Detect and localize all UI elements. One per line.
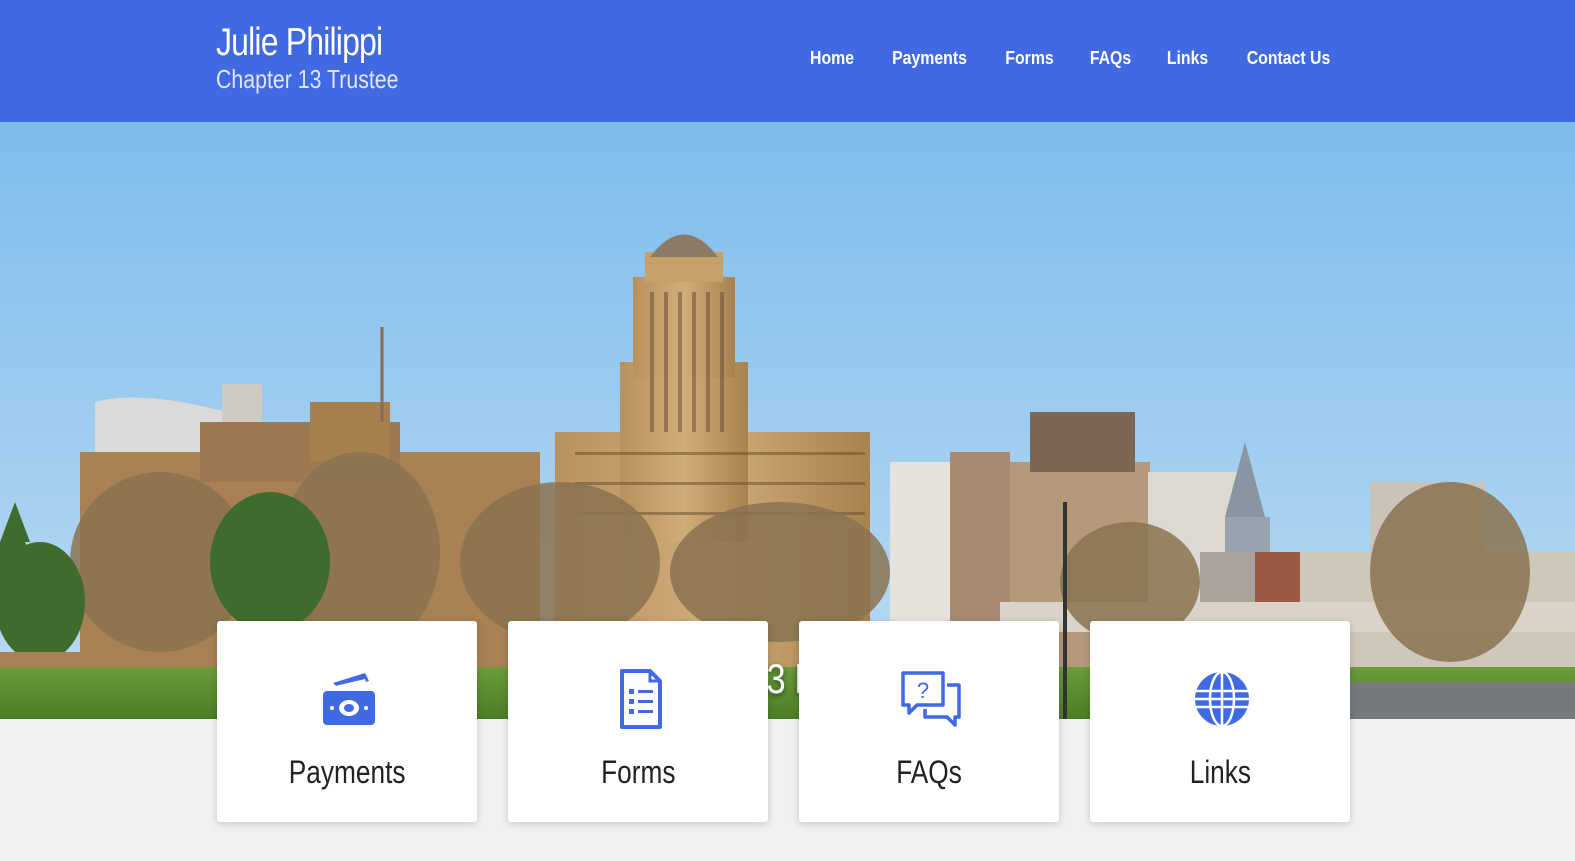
card-forms-label: Forms — [600, 754, 676, 790]
nav-forms[interactable]: Forms — [1005, 48, 1053, 69]
nav-contact-us[interactable]: Contact Us — [1247, 48, 1331, 69]
nav-payments[interactable]: Payments — [892, 48, 967, 69]
card-payments[interactable]: Payments — [217, 621, 477, 822]
card-payments-label: Payments — [288, 754, 406, 790]
card-links[interactable]: Links — [1090, 621, 1350, 822]
question-chat-icon: ? — [901, 671, 961, 727]
site-header: Julie Philippi Chapter 13 Trustee Home P… — [0, 0, 1575, 122]
site-brand-link[interactable]: Julie Philippi Chapter 13 Trustee — [216, 18, 439, 94]
svg-text:?: ? — [917, 678, 929, 703]
nav-links[interactable]: Links — [1167, 48, 1208, 69]
resource-cards: Payments Forms ? FAQs Links — [217, 621, 1381, 822]
site-subtitle: Chapter 13 Trustee — [216, 64, 399, 94]
globe-icon — [1195, 670, 1249, 728]
nav-faqs[interactable]: FAQs — [1090, 48, 1131, 69]
card-forms[interactable]: Forms — [508, 621, 768, 822]
document-list-icon — [620, 669, 662, 729]
card-faqs[interactable]: ? FAQs — [799, 621, 1059, 822]
nav-home[interactable]: Home — [810, 48, 854, 69]
main-nav: Home Payments Forms FAQs Links Contact U… — [777, 48, 1336, 69]
site-name: Julie Philippi — [216, 21, 383, 64]
card-faqs-label: FAQs — [896, 754, 962, 790]
card-links-label: Links — [1189, 754, 1251, 790]
money-icon — [323, 673, 375, 725]
